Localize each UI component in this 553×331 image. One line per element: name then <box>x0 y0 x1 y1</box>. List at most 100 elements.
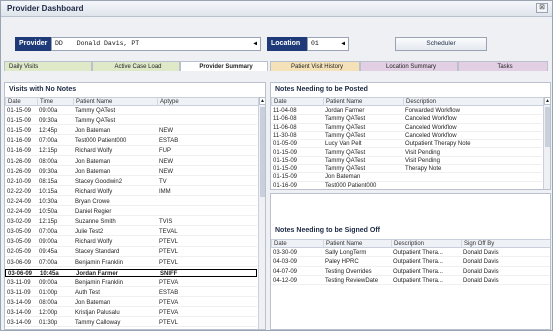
visits-table-header: Date Time Patient Name Aptype <box>5 97 259 106</box>
provider-code: DD <box>55 40 63 47</box>
table-cell: 11-06-08 <box>273 124 297 131</box>
table-row[interactable]: 03-14-09 08:00a Jon Bateman PTEVA <box>5 299 257 308</box>
visits-scrollbar[interactable]: ▲ <box>258 97 265 329</box>
table-row[interactable]: 11-30-08 Tammy QATest Canceled Workflow <box>271 132 542 141</box>
table-row[interactable]: 03-06-09 07:00a Benjamin Franklin PTEVL <box>5 259 257 267</box>
table-row[interactable]: 03-11-09 01:00p Auth Test ESTAB <box>5 289 257 298</box>
table-row[interactable]: 01-05-09 Lucy Van Pelt Outpatient Therapy … <box>271 140 542 149</box>
table-row[interactable]: 03-11-09 09:00a Benjamin Franklin PTEVA <box>5 279 257 287</box>
table-row[interactable]: 02-22-09 10:15a Richard Wolfy IMM <box>5 188 257 197</box>
signoff-col-header[interactable]: Description <box>391 240 461 248</box>
table-cell: 12:15p <box>39 219 58 226</box>
location-label: Location <box>267 37 307 51</box>
tab-active-case-load[interactable]: Active Case Load <box>92 61 180 71</box>
signoff-col-header[interactable]: Patient Name <box>323 240 391 248</box>
table-cell: Benjamin Franklin <box>75 279 124 286</box>
table-row[interactable]: 01-15-09 Tammy QATest Visit Pending <box>271 149 542 157</box>
posted-col-header[interactable]: Patient Name <box>323 98 403 106</box>
scroll-up-icon[interactable]: ▲ <box>259 97 265 105</box>
posted-col-header[interactable]: Date <box>271 98 323 106</box>
tab-provider-summary[interactable]: Provider Summary <box>180 61 268 71</box>
table-row[interactable]: 01-15-09 09:00a Tammy QATest <box>5 107 257 116</box>
table-row[interactable]: 01-26-09 09:30a Jon Bateman NEW <box>5 168 257 176</box>
table-row[interactable]: 01-15-09 09:30a Tammy QATest <box>5 117 257 126</box>
table-cell: Forwarded Workflow <box>405 108 460 114</box>
table-row[interactable]: 03-06-09 10:45a Jordan Farmer SNIFF <box>5 268 257 277</box>
table-cell: 09:30a <box>39 118 58 125</box>
table-row[interactable]: 02-24-09 10:30a Bryan Crowe <box>5 198 257 207</box>
table-cell: 07:00a <box>39 259 58 266</box>
table-row[interactable]: 01-16-09 12:15p Richard Wolfy FUP <box>5 147 257 156</box>
table-row[interactable]: 02-10-09 08:15a Stacey Goodwin2 TV <box>5 178 257 186</box>
location-select[interactable]: 01 ◀ <box>307 37 349 51</box>
table-row[interactable]: 03-14-09 01:30p Tammy Calloway PTEVL <box>5 319 257 328</box>
table-cell: NEW <box>159 158 173 165</box>
visits-col-header[interactable]: Date <box>5 98 37 106</box>
table-row[interactable]: 03-02-09 12:15p Suzanne Smith TVIS <box>5 218 257 227</box>
visits-panel-title: Visits with No Notes <box>9 86 77 93</box>
table-cell: 03-14-09 <box>7 299 32 306</box>
table-cell: Outpatient Thera... <box>393 278 443 285</box>
table-cell: Tammy QATest <box>325 124 366 131</box>
table-row[interactable]: 03-14-09 12:00p Kristjan Palusalu PTEVA <box>5 309 257 318</box>
table-row[interactable]: 11-04-08 Jordan Farmer Forwarded Workflow <box>271 107 542 116</box>
provider-select[interactable]: DD Donald Davis, PT ◀ <box>51 37 261 51</box>
table-cell: Jordan Farmer <box>325 108 365 114</box>
table-row[interactable]: 03-05-09 09:00a Richard Wolfy PTEVL <box>5 238 257 247</box>
table-cell: Tammy QATest <box>325 132 366 139</box>
table-cell: 01-16-09 <box>273 182 298 189</box>
table-cell: Richard Wolfy <box>75 239 113 246</box>
visits-col-header[interactable]: Patient Name <box>73 98 157 106</box>
table-cell: 03-06-09 <box>7 259 32 266</box>
tab-daily-visits[interactable]: Daily Visits <box>4 61 92 71</box>
table-row[interactable]: 11-06-08 Tammy QATest Canceled Workflow <box>271 124 542 132</box>
scroll-thumb[interactable] <box>260 107 265 197</box>
visits-col-header[interactable]: Time <box>37 98 73 106</box>
posted-scrollbar[interactable]: ▲ <box>543 97 550 189</box>
table-cell: SNIFF <box>160 270 178 277</box>
table-row[interactable]: 03-05-09 07:00a Julie Test2 TEVAL <box>5 228 257 237</box>
tab-location-summary[interactable]: Location Summary <box>360 61 458 71</box>
table-cell: 10:15a <box>39 188 58 195</box>
table-row[interactable]: 02-24-09 10:50a Daniel Regier <box>5 208 257 217</box>
visits-col-header[interactable]: Aptype <box>157 98 257 106</box>
table-cell: Tammy QATest <box>325 116 366 123</box>
table-row[interactable]: 01-16-09 Test000 Patient000 <box>271 182 542 189</box>
table-row[interactable]: 11-06-08 Tammy QATest Canceled Workflow <box>271 115 542 124</box>
table-row[interactable]: 04-07-09 Testing Overrides Outpatient Ther… <box>271 268 550 277</box>
posted-col-header[interactable]: Description <box>403 98 543 106</box>
table-cell: 01:00p <box>39 289 58 296</box>
table-row[interactable]: 01-16-09 07:00a Test000 Patient000 ESTAB <box>5 137 257 146</box>
table-cell: Benjamin Franklin <box>75 259 124 266</box>
table-row[interactable]: 03-30-09 Sally LongTerm Outpatient Thera..… <box>271 249 550 258</box>
table-row[interactable]: 01-15-09 Tammy QATest Therapy Note <box>271 165 542 174</box>
tab-patient-visit-history[interactable]: Patient Visit History <box>270 61 360 71</box>
scroll-thumb[interactable] <box>545 107 550 147</box>
table-cell: Canceled Workflow <box>405 124 457 131</box>
signoff-col-header[interactable]: Date <box>271 240 323 248</box>
table-cell: PTEVA <box>159 310 179 316</box>
table-cell: 01-05-09 <box>273 141 298 148</box>
tab-tasks[interactable]: Tasks <box>458 61 548 71</box>
scroll-up-icon[interactable]: ▲ <box>544 97 550 105</box>
table-cell: 03-06-09 <box>8 270 33 277</box>
table-row[interactable]: 02-05-09 09:45a Stacey Standard PTEVL <box>5 248 257 257</box>
close-icon[interactable]: ⊠ <box>536 3 548 13</box>
table-cell: Tammy QATest <box>75 108 116 114</box>
scheduler-button[interactable]: Scheduler <box>395 37 487 51</box>
table-row[interactable]: 01-26-09 08:00a Jon Bateman NEW <box>5 158 257 166</box>
table-row[interactable]: 01-15-09 Tammy QATest Visit Pending <box>271 157 542 166</box>
table-cell: 03-11-09 <box>7 289 31 296</box>
table-row[interactable]: 01-15-09 Jon Bateman <box>271 173 542 182</box>
table-row[interactable]: 01-15-09 12:45p Jon Bateman NEW <box>5 127 257 136</box>
table-cell: Test000 Patient000 <box>325 182 377 189</box>
table-cell: Stacey Goodwin2 <box>75 178 123 185</box>
table-cell: PTEVL <box>159 239 179 246</box>
table-cell: FUP <box>159 148 171 155</box>
table-cell: ESTAB <box>159 289 179 296</box>
table-cell: Julie Test2 <box>75 229 104 236</box>
table-row[interactable]: 04-03-09 Paley HPRC Outpatient Thera... Don… <box>271 258 550 267</box>
table-cell: PTEVA <box>159 279 179 286</box>
signoff-col-header[interactable]: Sign Off By <box>461 240 550 248</box>
table-row[interactable]: 04-12-09 Testing ReviewDate Outpatient The… <box>271 277 550 286</box>
